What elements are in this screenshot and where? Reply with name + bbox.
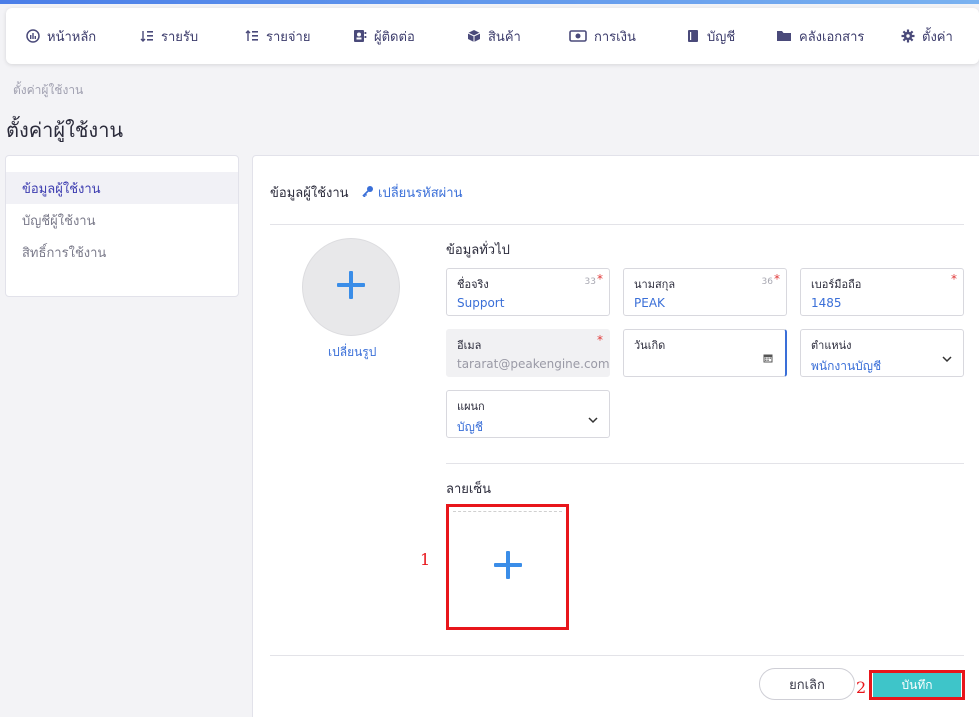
phone-value: 1485: [811, 296, 842, 310]
nav-label: ตั้งค่า: [922, 29, 953, 45]
footer-divider: [270, 655, 964, 656]
position-label: ตำแหน่ง: [811, 339, 852, 352]
first-name-field[interactable]: ชื่อจริง Support 33 *: [446, 268, 610, 316]
nav-label: คลังเอกสาร: [799, 29, 865, 45]
birthday-field[interactable]: วันเกิด: [623, 329, 787, 377]
product-box-icon: [467, 29, 481, 43]
department-value: บัญชี: [457, 420, 483, 434]
money-icon: [569, 29, 587, 43]
required-mark: *: [774, 272, 780, 286]
department-select[interactable]: แผนก บัญชี: [446, 390, 610, 438]
settings-sidebar: ข้อมูลผู้ใช้งาน บัญชีผู้ใช้งาน สิทธิ์การ…: [5, 155, 239, 297]
nav-label: บัญชี: [707, 29, 736, 45]
general-info-title: ข้อมูลทั่วไป: [446, 243, 510, 258]
signature-upload[interactable]: [446, 504, 569, 630]
nav-item-accounting[interactable]: บัญชี: [686, 8, 735, 64]
email-value: tararat@peakengine.com: [457, 357, 610, 371]
dashboard-icon: [26, 29, 40, 43]
last-name-label: นามสกุล: [634, 278, 676, 291]
first-name-char-count: 33: [584, 277, 596, 287]
annotation-number-1: 1: [420, 550, 431, 569]
required-mark: *: [597, 272, 603, 286]
chevron-down-icon: [941, 350, 953, 363]
phone-label: เบอร์มือถือ: [811, 278, 862, 291]
change-password-link[interactable]: เปลี่ยนรหัสผ่าน: [362, 182, 462, 203]
department-label: แผนก: [457, 400, 485, 413]
position-value: พนักงานบัญชี: [811, 359, 882, 373]
plus-icon: [335, 269, 367, 305]
required-mark: *: [951, 272, 957, 286]
section-divider: [446, 463, 964, 464]
nav-item-contacts[interactable]: ผู้ติดต่อ: [353, 8, 415, 64]
card-title: ข้อมูลผู้ใช้งาน: [270, 186, 349, 201]
top-accent-bar: [0, 0, 979, 4]
position-select[interactable]: ตำแหน่ง พนักงานบัญชี: [800, 329, 964, 377]
email-label: อีเมล: [457, 339, 482, 352]
dashed-border: [453, 511, 562, 512]
nav-label: รายจ่าย: [266, 29, 311, 45]
last-name-char-count: 36: [761, 277, 773, 287]
nav-label: รายรับ: [161, 29, 199, 45]
sidebar-item-permissions[interactable]: สิทธิ์การใช้งาน: [6, 236, 238, 268]
nav-item-home[interactable]: หน้าหลัก: [26, 8, 96, 64]
last-name-field[interactable]: นามสกุล PEAK 36 *: [623, 268, 787, 316]
profile-photo-upload[interactable]: [302, 238, 400, 336]
main-navbar: หน้าหลัก รายรับ รายจ่าย ผู้ติดต่อ สินค้า…: [6, 8, 979, 64]
income-list-icon: [140, 29, 154, 43]
plus-icon: [492, 549, 524, 585]
change-password-label: เปลี่ยนรหัสผ่าน: [378, 186, 463, 201]
sidebar-item-user-account[interactable]: บัญชีผู้ใช้งาน: [6, 204, 238, 236]
folder-icon: [776, 29, 792, 43]
chevron-down-icon: [587, 411, 599, 424]
ledger-book-icon: [686, 29, 700, 43]
contacts-icon: [353, 29, 367, 43]
nav-label: ผู้ติดต่อ: [374, 29, 415, 45]
breadcrumb: ตั้งค่าผู้ใช้งาน: [13, 83, 84, 97]
nav-label: การเงิน: [594, 29, 636, 45]
calendar-icon[interactable]: [763, 348, 773, 367]
birthday-label: วันเกิด: [634, 339, 666, 352]
nav-label: หน้าหลัก: [47, 29, 97, 45]
required-mark: *: [597, 333, 603, 347]
change-photo-link[interactable]: เปลี่ยนรูป: [328, 343, 376, 362]
nav-item-documents[interactable]: คลังเอกสาร: [776, 8, 864, 64]
cancel-button[interactable]: ยกเลิก: [759, 668, 855, 700]
nav-item-income[interactable]: รายรับ: [140, 8, 198, 64]
nav-label: สินค้า: [488, 29, 521, 45]
email-field: อีเมล tararat@peakengine.com *: [446, 329, 610, 377]
expense-list-icon: [245, 29, 259, 43]
annotation-number-2: 2: [856, 678, 867, 697]
first-name-label: ชื่อจริง: [457, 278, 489, 291]
sidebar-item-user-info[interactable]: ข้อมูลผู้ใช้งาน: [6, 172, 238, 204]
first-name-value: Support: [457, 296, 505, 310]
key-icon: [362, 185, 374, 201]
page-title: ตั้งค่าผู้ใช้งาน: [6, 118, 124, 142]
last-name-value: PEAK: [634, 296, 665, 310]
header-divider: [270, 224, 964, 225]
nav-item-finance[interactable]: การเงิน: [569, 8, 636, 64]
signature-title: ลายเซ็น: [446, 482, 492, 497]
save-button[interactable]: บันทึก: [873, 673, 961, 697]
nav-item-settings[interactable]: ตั้งค่า: [901, 8, 953, 64]
gear-icon: [901, 29, 915, 43]
nav-item-products[interactable]: สินค้า: [467, 8, 521, 64]
phone-field[interactable]: เบอร์มือถือ 1485 *: [800, 268, 964, 316]
nav-item-expense[interactable]: รายจ่าย: [245, 8, 310, 64]
